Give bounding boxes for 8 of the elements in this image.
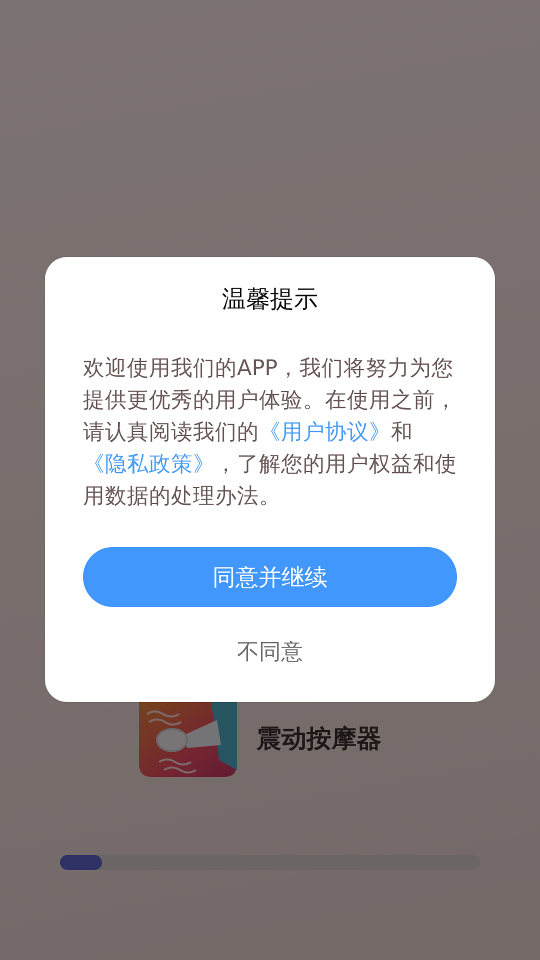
agree-button[interactable]: 同意并继续 xyxy=(83,547,457,607)
dialog-message: 欢迎使用我们的APP，我们将努力为您提供更优秀的用户体验。在使用之前，请认真阅读我们的《用户协议》和 《隐私政策》，了解您的用户权益和使用数据的处理办法。 xyxy=(83,355,457,511)
policy-link[interactable]: 《用户协议》 xyxy=(259,420,391,445)
app-name: 震动按摩器 xyxy=(256,723,382,755)
app-icon xyxy=(138,700,236,777)
decline-button[interactable]: 不同意 xyxy=(227,629,313,675)
dialog-title: 温馨提示 xyxy=(222,284,318,315)
policy-link[interactable]: 《隐私政策》 xyxy=(83,452,215,477)
